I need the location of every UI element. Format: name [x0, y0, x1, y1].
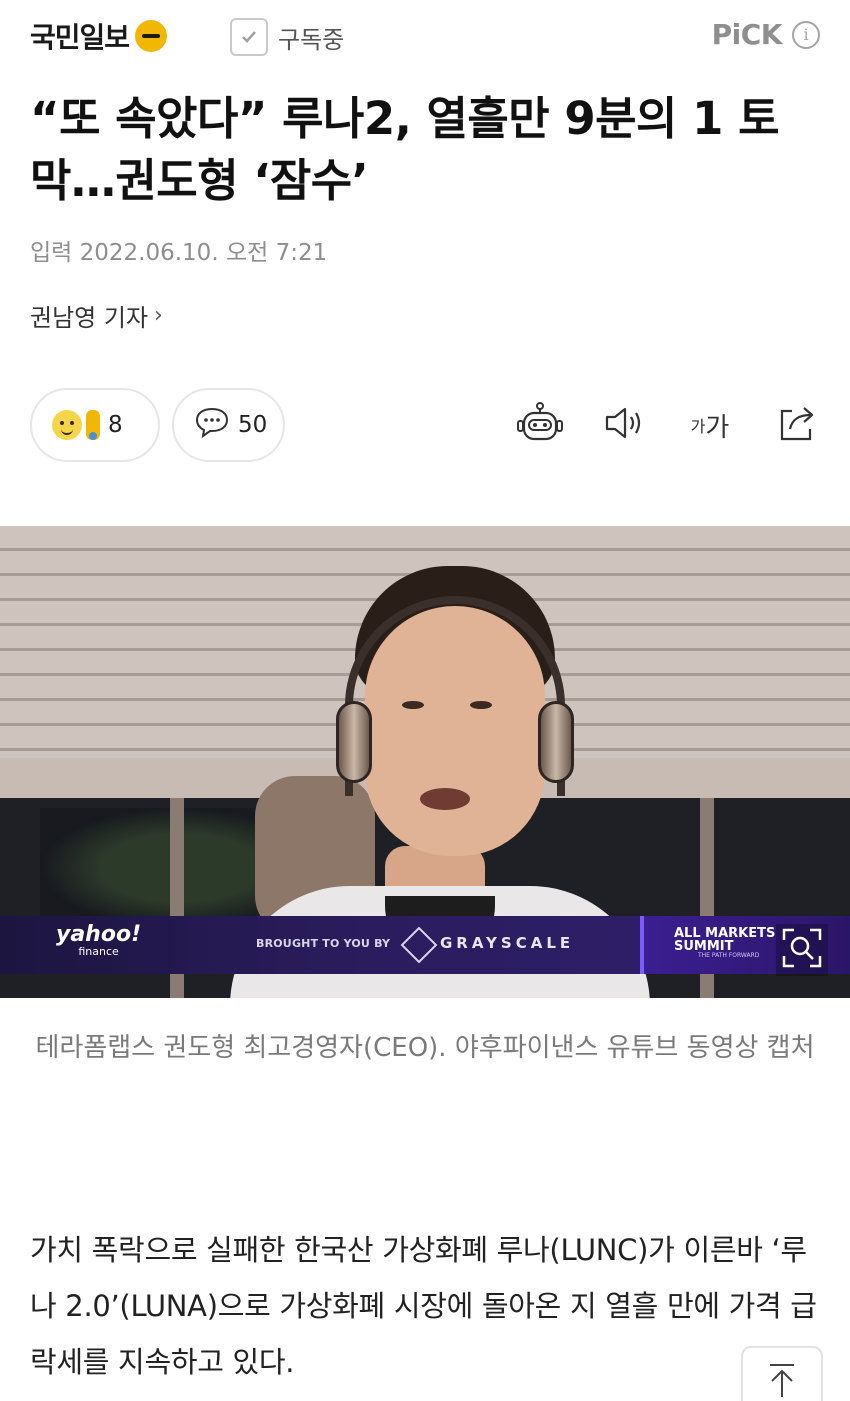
reporter-name: 권남영 기자 [30, 304, 149, 332]
reporter-link[interactable]: 권남영 기자 › [30, 298, 163, 333]
article-dateline: 입력 2022.06.10. 오전 7:21 [30, 240, 328, 266]
reaction-button[interactable]: 8 [30, 388, 160, 462]
photo-caption: 테라폼랩스 권도형 최고경영자(CEO). 야후파이낸스 유튜브 동영상 캡처 [35, 1033, 815, 1063]
tts-button[interactable] [600, 400, 650, 450]
event-tagline: THE PATH FORWARD [698, 952, 760, 959]
emoji-reaction-icon [52, 410, 82, 440]
image-zoom-button[interactable] [776, 924, 828, 976]
top-bar: 국민일보 구독중 PiCK i [0, 0, 850, 78]
yahoo-brand-sub: finance [78, 945, 119, 958]
article-headline: “또 속았다” 루나2, 열흘만 9분의 1 토막…권도형 ‘잠수’ [30, 92, 779, 207]
article-paragraph: 가치 폭락으로 실패한 한국산 가상화폐 루나(LUNC)가 이른바 ‘루나 2… [30, 1233, 817, 1379]
check-icon [230, 18, 268, 56]
comment-button[interactable]: 50 [172, 388, 285, 462]
sponsor-name: GRAYSCALE [440, 934, 575, 952]
speaker-icon [603, 405, 647, 445]
sponsor-intro: BROUGHT TO YOU BY [256, 937, 391, 950]
arrow-up-icon [762, 1359, 802, 1401]
robot-summary-icon [516, 401, 564, 449]
font-size-large-label: 가 [705, 412, 730, 443]
press-name: 국민일보 [30, 21, 130, 54]
yahoo-finance-logo: yahoo! finance [56, 924, 141, 958]
press-logo[interactable]: 국민일보 [30, 14, 168, 58]
info-icon[interactable]: i [792, 20, 820, 49]
summary-robot-button[interactable] [515, 400, 565, 450]
pick-label: PiCK [711, 18, 783, 51]
exclamation-reaction-icon [86, 410, 100, 440]
video-lower-third: yahoo! finance BROUGHT TO YOU BY GRAYSCA… [0, 916, 850, 974]
subscribe-label: 구독중 [278, 25, 345, 54]
reaction-count: 8 [108, 412, 123, 438]
headphones-cup [336, 701, 372, 783]
pick-badge[interactable]: PiCK i [712, 18, 820, 51]
share-button[interactable] [772, 400, 822, 450]
font-size-small-label: 가 [690, 417, 706, 436]
press-logo-icon [135, 20, 168, 52]
share-icon [776, 403, 818, 447]
zoom-search-icon [782, 928, 822, 972]
chevron-right-icon: › [154, 303, 163, 328]
font-size-button[interactable]: 가가 [685, 400, 735, 450]
article-photo[interactable]: yahoo! finance BROUGHT TO YOU BY GRAYSCA… [0, 526, 850, 998]
headphones-cup [538, 701, 574, 783]
scroll-to-top-button[interactable] [741, 1346, 823, 1401]
comment-bubble-icon [194, 406, 230, 444]
event-title: ALL MARKETS SUMMIT [674, 927, 775, 953]
comment-count: 50 [238, 412, 268, 438]
yahoo-brand: yahoo! [56, 922, 142, 947]
grayscale-logo-icon [400, 926, 438, 964]
subscribe-toggle[interactable]: 구독중 [230, 18, 344, 56]
